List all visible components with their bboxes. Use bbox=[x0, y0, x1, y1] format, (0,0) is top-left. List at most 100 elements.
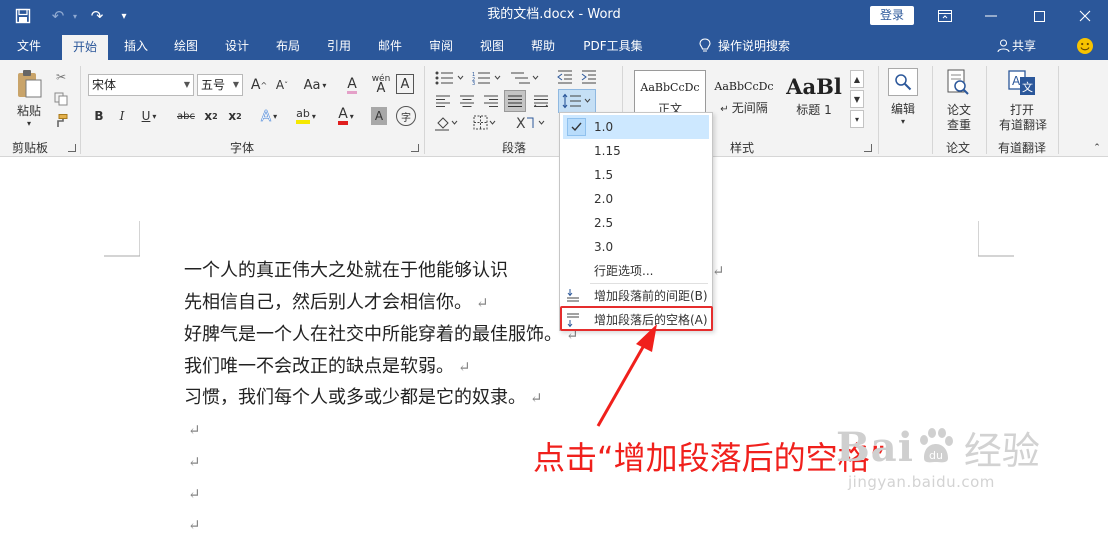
clear-formatting-button[interactable]: A bbox=[342, 74, 362, 96]
empty-paragraph[interactable]: ↵ bbox=[188, 482, 201, 506]
ribbon-display-options-icon[interactable] bbox=[922, 0, 968, 32]
document-line[interactable]: 一个人的真正伟大之处就在于他能够认识 bbox=[184, 259, 508, 283]
document-line[interactable]: 好脾气是一个人在社交中所能穿着的最佳服饰。 ↵ bbox=[184, 323, 579, 347]
borders-button[interactable] bbox=[472, 114, 498, 132]
justify-icon[interactable] bbox=[504, 90, 526, 112]
line-spacing-button[interactable] bbox=[558, 89, 596, 113]
bold-button[interactable]: B bbox=[91, 105, 107, 127]
font-launcher-icon[interactable] bbox=[411, 144, 419, 152]
tell-me-search[interactable]: 操作说明搜索 bbox=[718, 32, 804, 60]
subscript-button[interactable]: x2 bbox=[202, 105, 220, 127]
tab-home[interactable]: 开始 bbox=[62, 35, 108, 60]
line-spacing-3-0[interactable]: 3.0 bbox=[560, 235, 712, 259]
line-spacing-2-0[interactable]: 2.0 bbox=[560, 187, 712, 211]
tab-mailings[interactable]: 邮件 bbox=[370, 32, 410, 60]
redo-icon[interactable]: ↷ bbox=[86, 0, 108, 32]
shading-button[interactable] bbox=[434, 114, 460, 132]
youdao-translate-label[interactable]: 有道翻译 bbox=[996, 117, 1050, 132]
share-person-icon[interactable] bbox=[994, 32, 1012, 60]
lightbulb-icon[interactable] bbox=[696, 32, 714, 60]
add-space-before-paragraph[interactable]: 增加段落前的间距(B) bbox=[560, 284, 712, 308]
editing-dropdown-icon[interactable]: ▾ bbox=[896, 115, 910, 127]
find-search-icon[interactable] bbox=[888, 68, 918, 96]
feedback-smiley-icon[interactable] bbox=[1074, 32, 1096, 60]
paper-check-icon[interactable] bbox=[944, 68, 972, 98]
tab-pdf-tools[interactable]: PDF工具集 bbox=[577, 32, 649, 60]
line-spacing-2-5[interactable]: 2.5 bbox=[560, 211, 712, 235]
align-left-icon[interactable] bbox=[434, 92, 452, 110]
paper-check-label[interactable]: 论文 bbox=[940, 102, 978, 117]
styles-more-icon[interactable]: ▾ bbox=[850, 110, 864, 128]
cut-icon[interactable]: ✂ bbox=[52, 68, 70, 86]
close-icon[interactable] bbox=[1062, 0, 1108, 32]
format-painter-icon[interactable] bbox=[52, 112, 70, 130]
text-effects-button[interactable]: A ▾ bbox=[255, 105, 283, 127]
document-line[interactable]: 我们唯一不会改正的缺点是软弱。 ↵ bbox=[184, 355, 471, 379]
tab-design[interactable]: 设计 bbox=[217, 32, 257, 60]
line-spacing-1-15[interactable]: 1.15 bbox=[560, 139, 712, 163]
undo-dropdown-icon[interactable]: ▾ bbox=[70, 0, 80, 32]
customize-toolbar-icon[interactable]: ▾ bbox=[116, 0, 132, 32]
style-no-spacing[interactable]: AaBbCcDc ↵ 无间隔 bbox=[708, 70, 780, 126]
tab-layout[interactable]: 布局 bbox=[268, 32, 308, 60]
highlight-color-button[interactable]: ab ▾ bbox=[291, 105, 321, 127]
login-button[interactable]: 登录 bbox=[870, 6, 914, 25]
strikethrough-button[interactable]: abc bbox=[173, 105, 199, 127]
minimize-icon[interactable] bbox=[968, 0, 1014, 32]
youdao-open-label[interactable]: 打开 bbox=[1002, 102, 1042, 117]
line-spacing-options[interactable]: 行距选项... bbox=[560, 259, 712, 283]
tab-insert[interactable]: 插入 bbox=[116, 32, 156, 60]
empty-paragraph[interactable]: ↵ bbox=[188, 513, 201, 537]
share-button[interactable]: 共享 bbox=[1012, 32, 1042, 60]
change-case-button[interactable]: Aa ▾ bbox=[302, 74, 328, 96]
editing-button[interactable]: 编辑 bbox=[884, 100, 922, 116]
align-right-icon[interactable] bbox=[482, 92, 500, 110]
youdao-translate-icon[interactable]: A文 bbox=[1006, 68, 1038, 98]
align-center-icon[interactable] bbox=[458, 92, 476, 110]
multilevel-list-button[interactable] bbox=[508, 68, 542, 88]
document-line[interactable]: 习惯，我们每个人或多或少都是它的奴隶。 ↵ bbox=[184, 386, 543, 410]
collapse-ribbon-icon[interactable]: ⌃ bbox=[1090, 142, 1104, 154]
line-spacing-1-5[interactable]: 1.5 bbox=[560, 163, 712, 187]
increase-indent-icon[interactable] bbox=[580, 68, 598, 86]
superscript-button[interactable]: x2 bbox=[226, 105, 244, 127]
tab-help[interactable]: 帮助 bbox=[523, 32, 563, 60]
paste-dropdown-icon[interactable]: ▾ bbox=[20, 117, 38, 129]
copy-icon[interactable] bbox=[52, 90, 70, 108]
maximize-icon[interactable] bbox=[1016, 0, 1062, 32]
shrink-font-button[interactable]: Aˇ bbox=[272, 74, 292, 96]
distributed-align-icon[interactable] bbox=[532, 92, 550, 110]
bullets-button[interactable] bbox=[433, 68, 467, 88]
paper-check-label-2[interactable]: 查重 bbox=[940, 117, 978, 132]
tab-references[interactable]: 引用 bbox=[319, 32, 359, 60]
enclose-characters-button[interactable]: 字 bbox=[396, 106, 416, 126]
font-name-combo[interactable]: 宋体 ▼ bbox=[88, 74, 194, 96]
empty-paragraph[interactable]: ↵ bbox=[188, 450, 201, 474]
paste-button[interactable]: 粘贴 bbox=[10, 102, 48, 118]
styles-scroll-up-icon[interactable]: ▲ bbox=[850, 70, 864, 88]
tab-draw[interactable]: 绘图 bbox=[166, 32, 206, 60]
style-heading-1[interactable]: AaBl 标题 1 bbox=[778, 70, 850, 126]
line-spacing-1-0[interactable]: 1.0 bbox=[563, 115, 709, 139]
character-border-button[interactable]: A bbox=[396, 74, 414, 94]
chinese-layout-button[interactable]: X bbox=[515, 114, 547, 132]
tab-review[interactable]: 审阅 bbox=[421, 32, 461, 60]
font-size-combo[interactable]: 五号 ▼ bbox=[197, 74, 243, 96]
paste-icon[interactable] bbox=[14, 68, 44, 100]
grow-font-button[interactable]: A ^ bbox=[249, 74, 269, 96]
styles-scroll-down-icon[interactable]: ▼ bbox=[850, 90, 864, 108]
decrease-indent-icon[interactable] bbox=[556, 68, 574, 86]
phonetic-guide-button[interactable]: wén A bbox=[371, 71, 391, 97]
character-shading-button[interactable]: A bbox=[371, 107, 387, 125]
tab-view[interactable]: 视图 bbox=[472, 32, 512, 60]
save-icon[interactable] bbox=[10, 0, 36, 32]
italic-button[interactable]: I bbox=[114, 105, 130, 127]
document-line[interactable]: 先相信自己，然后别人才会相信你。 ↵ bbox=[184, 291, 489, 315]
undo-icon[interactable]: ↶ bbox=[46, 0, 70, 32]
tab-file[interactable]: 文件 bbox=[8, 32, 50, 60]
empty-paragraph[interactable]: ↵ bbox=[188, 418, 201, 442]
clipboard-launcher-icon[interactable] bbox=[68, 144, 76, 152]
styles-launcher-icon[interactable] bbox=[864, 144, 872, 152]
numbering-button[interactable]: 123 bbox=[470, 68, 504, 88]
font-color-button[interactable]: A ▾ bbox=[332, 105, 360, 127]
